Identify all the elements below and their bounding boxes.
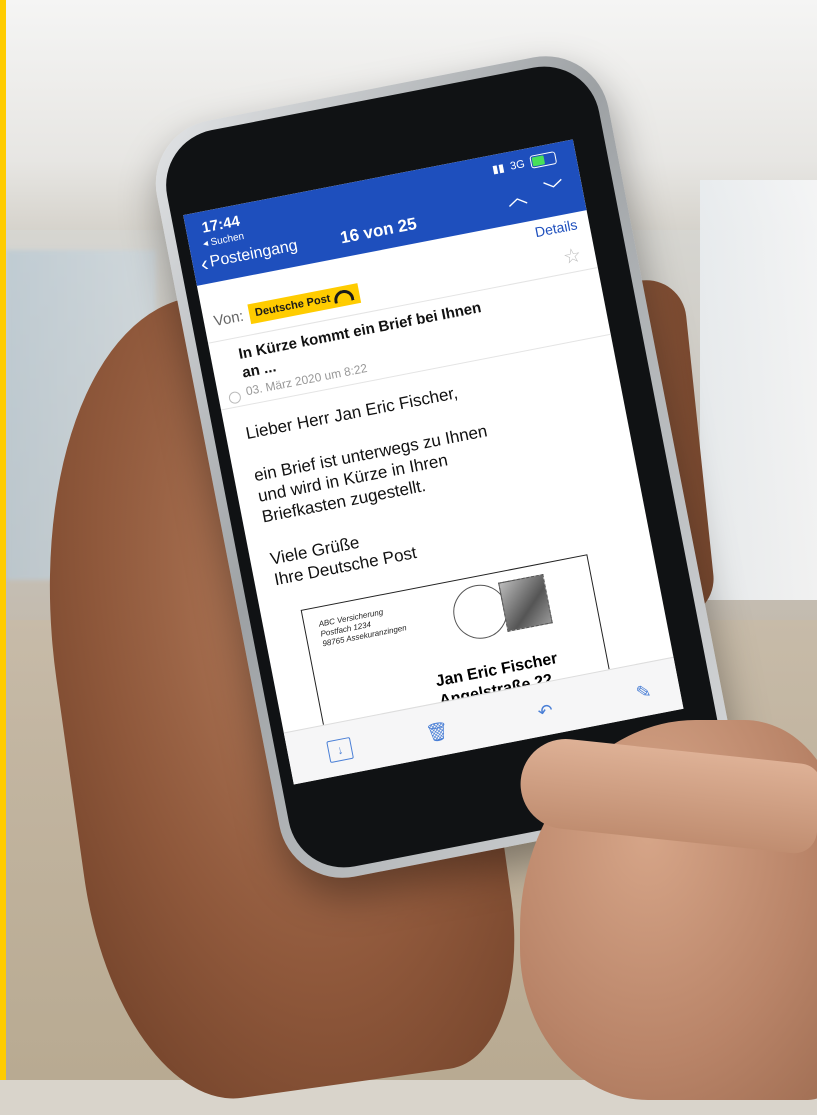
postage-stamp — [498, 574, 553, 632]
chevron-up-icon[interactable]: ︿ — [504, 180, 529, 212]
sender-name: Deutsche Post — [254, 292, 332, 320]
signal-icon: ▮▮ — [491, 162, 506, 177]
from-label: Von: — [212, 307, 246, 330]
status-indicators: ▮▮ 3G — [491, 151, 558, 177]
network-type: 3G — [509, 157, 526, 173]
details-link[interactable]: Details — [534, 216, 579, 240]
battery-icon — [529, 151, 558, 169]
message-nav-arrows: ︿ ﹀ — [504, 172, 566, 212]
window-right — [700, 180, 817, 600]
star-icon[interactable]: ☆ — [561, 242, 583, 270]
post-horn-icon — [333, 288, 355, 304]
reply-icon[interactable]: ↶ — [533, 699, 558, 723]
from-row: Von: Deutsche Post — [212, 283, 362, 331]
chevron-down-icon[interactable]: ﹀ — [541, 172, 566, 204]
envelope-sender: ABC Versicherung Postfach 1234 98765 Ass… — [318, 604, 408, 650]
trash-icon[interactable]: 🗑 — [424, 720, 450, 744]
sender-badge[interactable]: Deutsche Post — [247, 283, 362, 325]
message-counter: 16 von 25 — [338, 213, 419, 248]
unread-indicator[interactable] — [227, 390, 242, 405]
move-to-folder-icon[interactable]: ↓ — [326, 736, 354, 764]
compose-icon[interactable]: ✎ — [631, 680, 656, 704]
brand-edge-bar — [0, 0, 6, 1080]
chevron-left-icon: ‹ — [198, 250, 211, 277]
